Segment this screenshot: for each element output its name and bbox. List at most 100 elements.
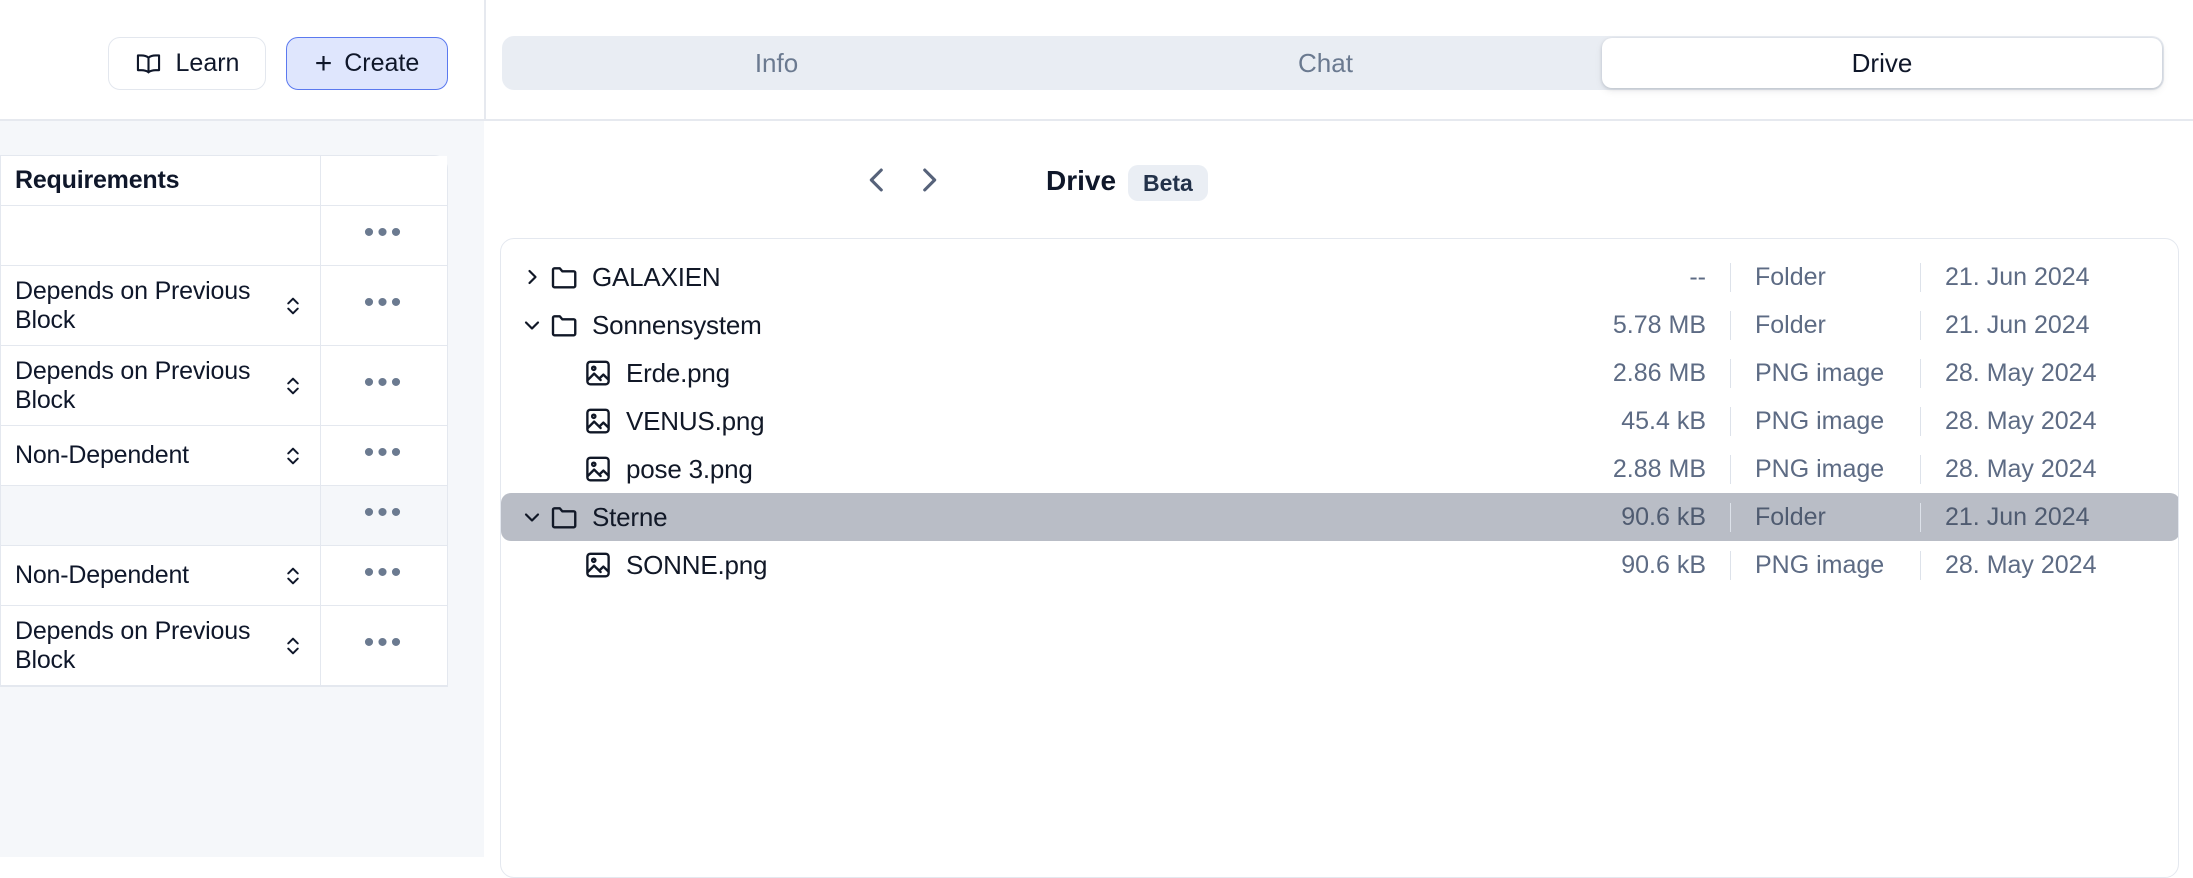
sidebar: Requirements ••• Depends on Previous Bloc… xyxy=(0,121,484,857)
file-name-cell: Erde.png xyxy=(501,356,1506,390)
file-name: VENUS.png xyxy=(626,405,765,436)
file-name-cell: Sterne xyxy=(501,500,1506,534)
requirements-column-header: Requirements xyxy=(15,166,180,194)
back-button[interactable] xyxy=(860,163,894,197)
file-row[interactable]: Erde.png 2.86 MB PNG image 28. May 2024 xyxy=(501,349,2178,397)
tab-info[interactable]: Info xyxy=(502,36,1051,90)
file-date: 28. May 2024 xyxy=(1945,550,2097,579)
file-name-cell: Sonnensystem xyxy=(501,308,1506,342)
top-bar: Learn + Create Info Chat Drive xyxy=(0,0,2193,121)
top-bar-left-section: Learn + Create xyxy=(0,0,484,119)
requirements-row[interactable]: ••• xyxy=(1,486,447,546)
requirement-value-cell[interactable]: Non-Dependent xyxy=(1,426,321,485)
row-menu-button[interactable]: ••• xyxy=(321,266,447,345)
file-list: GALAXIEN -- Folder 21. Jun 2024 Sonnensystem… xyxy=(501,253,2178,589)
row-menu-button[interactable]: ••• xyxy=(321,426,447,485)
chevron-down-icon[interactable] xyxy=(515,308,549,342)
folder-row[interactable]: GALAXIEN -- Folder 21. Jun 2024 xyxy=(501,253,2178,301)
requirements-row[interactable]: Depends on Previous Block ••• xyxy=(1,346,447,426)
requirements-row[interactable]: Non-Dependent ••• xyxy=(1,546,447,606)
requirement-value-cell[interactable]: Depends on Previous Block xyxy=(1,606,321,685)
tab-chat[interactable]: Chat xyxy=(1051,36,1600,90)
file-type: PNG image xyxy=(1731,358,1921,388)
file-size: 90.6 kB xyxy=(1506,550,1731,580)
file-name: SONNE.png xyxy=(626,549,768,580)
image-file-icon xyxy=(583,550,613,580)
book-icon xyxy=(135,53,162,75)
row-menu-button[interactable]: ••• xyxy=(321,486,447,545)
forward-button[interactable] xyxy=(912,163,946,197)
chevron-up-down-icon[interactable] xyxy=(284,373,302,399)
create-button[interactable]: + Create xyxy=(286,37,448,90)
file-name-cell: SONNE.png xyxy=(501,548,1506,582)
requirement-label: Non-Dependent xyxy=(15,441,189,469)
requirements-row[interactable]: ••• xyxy=(1,206,447,266)
requirement-label: Depends on Previous Block xyxy=(15,616,251,674)
folder-icon xyxy=(549,262,579,292)
file-date: 21. Jun 2024 xyxy=(1945,310,2090,339)
requirement-label: Depends on Previous Block xyxy=(15,276,251,334)
learn-button[interactable]: Learn xyxy=(108,37,266,90)
file-name-cell: GALAXIEN xyxy=(501,260,1506,294)
file-date: 28. May 2024 xyxy=(1945,406,2097,435)
folder-icon xyxy=(549,310,579,340)
file-size: 2.86 MB xyxy=(1506,358,1731,388)
file-type: PNG image xyxy=(1731,406,1921,436)
file-name: Erde.png xyxy=(626,357,730,388)
file-type: PNG image xyxy=(1731,550,1921,580)
tab-info-label: Info xyxy=(754,47,799,78)
drive-toolbar: Drive Beta xyxy=(486,121,2193,238)
file-type: PNG image xyxy=(1731,454,1921,484)
file-size: 90.6 kB xyxy=(1506,502,1731,532)
chevron-up-down-icon[interactable] xyxy=(284,293,302,319)
row-menu-button[interactable]: ••• xyxy=(321,546,447,605)
file-size: 2.88 MB xyxy=(1506,454,1731,484)
requirement-label: Non-Dependent xyxy=(15,561,189,589)
file-name: GALAXIEN xyxy=(592,261,721,292)
requirement-label: Depends on Previous Block xyxy=(15,356,251,414)
file-date: 28. May 2024 xyxy=(1945,454,2097,483)
file-type: Folder xyxy=(1731,310,1921,340)
twisty-placeholder xyxy=(549,356,583,390)
file-name: Sterne xyxy=(592,501,668,532)
file-row[interactable]: pose 3.png 2.88 MB PNG image 28. May 2024 xyxy=(501,445,2178,493)
requirement-value-cell[interactable]: Depends on Previous Block xyxy=(1,346,321,425)
requirements-header-cell: Requirements xyxy=(1,156,321,205)
requirements-row[interactable]: Non-Dependent ••• xyxy=(1,426,447,486)
file-type: Folder xyxy=(1731,502,1921,532)
file-date: 21. Jun 2024 xyxy=(1945,262,2090,291)
folder-row[interactable]: Sonnensystem 5.78 MB Folder 21. Jun 2024 xyxy=(501,301,2178,349)
header-menu-cell xyxy=(321,156,447,205)
file-size: -- xyxy=(1506,262,1731,292)
app-root: Learn + Create Info Chat Drive Requireme… xyxy=(0,0,2193,878)
image-file-icon xyxy=(583,406,613,436)
file-date: 21. Jun 2024 xyxy=(1945,502,2090,531)
twisty-placeholder xyxy=(549,404,583,438)
requirements-row[interactable]: Depends on Previous Block ••• xyxy=(1,266,447,346)
file-name-cell: VENUS.png xyxy=(501,404,1506,438)
chevron-down-icon[interactable] xyxy=(515,500,549,534)
file-row[interactable]: SONNE.png 90.6 kB PNG image 28. May 2024 xyxy=(501,541,2178,589)
requirements-table-header-row: Requirements xyxy=(1,156,447,206)
tab-drive[interactable]: Drive xyxy=(1602,38,2162,88)
requirements-row[interactable]: Depends on Previous Block ••• xyxy=(1,606,447,686)
create-button-label: Create xyxy=(344,49,420,77)
file-type: Folder xyxy=(1731,262,1921,292)
folder-icon xyxy=(549,502,579,532)
chevron-up-down-icon[interactable] xyxy=(284,563,302,589)
chevron-up-down-icon[interactable] xyxy=(284,633,302,659)
chevron-up-down-icon[interactable] xyxy=(284,443,302,469)
file-row[interactable]: VENUS.png 45.4 kB PNG image 28. May 2024 xyxy=(501,397,2178,445)
file-name: Sonnensystem xyxy=(592,309,762,340)
row-menu-button[interactable]: ••• xyxy=(321,206,447,265)
drive-title: Drive xyxy=(1046,165,1117,196)
image-file-icon xyxy=(583,454,613,484)
chevron-right-icon[interactable] xyxy=(515,260,549,294)
folder-row[interactable]: Sterne 90.6 kB Folder 21. Jun 2024 xyxy=(501,493,2178,541)
row-menu-button[interactable]: ••• xyxy=(321,346,447,425)
row-menu-button[interactable]: ••• xyxy=(321,606,447,685)
requirement-value-cell[interactable]: Non-Dependent xyxy=(1,546,321,605)
requirement-value-cell[interactable]: Depends on Previous Block xyxy=(1,266,321,345)
twisty-placeholder xyxy=(549,548,583,582)
learn-button-label: Learn xyxy=(175,49,240,77)
